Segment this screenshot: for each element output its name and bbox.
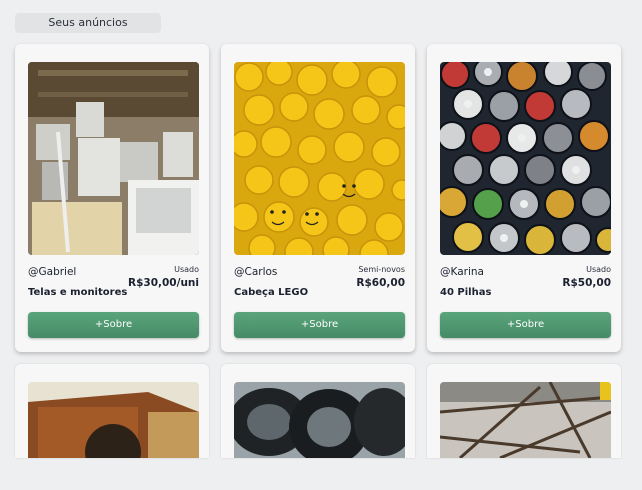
listing-card: @Karina Usado R$50,00 40 Pilhas +Sobre [427,44,621,352]
listing-card [15,364,209,458]
price-label: R$50,00 [562,277,611,289]
listings-grid: @Gabriel Usado R$30,00/uni Telas e monit… [15,44,627,458]
condition-label: Semi-novos [358,265,405,274]
monitors-photo [28,62,199,255]
condition-label: Usado [174,265,199,274]
batteries-photo [440,62,611,255]
price-label: R$60,00 [356,277,405,289]
listing-title: 40 Pilhas [440,287,492,298]
more-info-button[interactable]: +Sobre [28,312,199,338]
condition-label: Usado [586,265,611,274]
price-label: R$30,00/uni [128,277,199,289]
old-tires-photo [234,382,405,458]
seller-name[interactable]: @Carlos [234,266,277,278]
rusty-appliance-photo [28,382,199,458]
lego-heads-photo [234,62,405,255]
more-info-button[interactable]: +Sobre [234,312,405,338]
seller-name[interactable]: @Karina [440,266,484,278]
scrap-metal-photo [440,382,611,458]
listing-card: @Gabriel Usado R$30,00/uni Telas e monit… [15,44,209,352]
seller-name[interactable]: @Gabriel [28,266,76,278]
listing-card [427,364,621,458]
more-info-button[interactable]: +Sobre [440,312,611,338]
listing-card [221,364,415,458]
your-listings-tab[interactable]: Seus anúncios [15,13,161,33]
listing-card: @Carlos Semi-novos R$60,00 Cabeça LEGO +… [221,44,415,352]
listing-title: Telas e monitores [28,287,128,298]
listing-title: Cabeça LEGO [234,287,309,298]
